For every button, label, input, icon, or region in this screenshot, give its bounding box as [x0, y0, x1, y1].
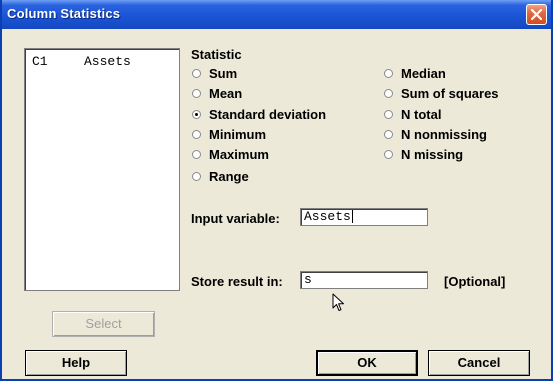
- store-result-value: s: [304, 272, 312, 287]
- column-statistics-dialog: Column Statistics C1 Assets Statistic Sum…: [0, 0, 553, 381]
- statistic-group-label: Statistic: [191, 47, 242, 62]
- radio-label: Sum of squares: [401, 85, 499, 101]
- radio-button[interactable]: [192, 171, 201, 181]
- radio-label: Minimum: [209, 126, 267, 142]
- close-button[interactable]: [526, 4, 547, 25]
- radio-sum-of-squares[interactable]: Sum of squares: [384, 85, 499, 101]
- radio-n-missing[interactable]: N missing: [384, 146, 463, 162]
- radio-button[interactable]: [192, 129, 201, 139]
- window-title: Column Statistics: [7, 6, 121, 21]
- ok-button[interactable]: OK: [316, 350, 418, 376]
- radio-standard-deviation[interactable]: Standard deviation: [192, 106, 326, 122]
- mouse-pointer-icon: [332, 293, 344, 311]
- radio-label: Median: [401, 65, 446, 81]
- radio-button[interactable]: [384, 88, 393, 98]
- input-variable-field[interactable]: Assets: [300, 208, 428, 226]
- title-bar[interactable]: Column Statistics: [2, 0, 551, 29]
- help-button[interactable]: Help: [25, 350, 127, 376]
- radio-button-selected[interactable]: [192, 109, 201, 119]
- list-item[interactable]: C1 Assets: [32, 54, 131, 69]
- radio-button[interactable]: [192, 68, 201, 78]
- radio-sum[interactable]: Sum: [192, 65, 237, 81]
- radio-button[interactable]: [384, 149, 393, 159]
- radio-mean[interactable]: Mean: [192, 85, 242, 101]
- radio-n-nonmissing[interactable]: N nonmissing: [384, 126, 487, 142]
- radio-maximum[interactable]: Maximum: [192, 146, 269, 162]
- radio-minimum[interactable]: Minimum: [192, 126, 266, 142]
- select-button[interactable]: Select: [52, 311, 155, 337]
- radio-range[interactable]: Range: [192, 168, 249, 184]
- radio-label: Range: [209, 168, 249, 184]
- store-result-label: Store result in:: [191, 274, 283, 289]
- input-variable-label: Input variable:: [191, 211, 280, 226]
- radio-label: N total: [401, 106, 442, 122]
- radio-button[interactable]: [192, 88, 201, 98]
- column-id: C1: [32, 54, 48, 69]
- input-variable-value: Assets: [304, 209, 351, 224]
- variables-listbox[interactable]: C1 Assets: [24, 48, 180, 291]
- optional-note: [Optional]: [444, 274, 506, 289]
- store-result-field[interactable]: s: [300, 271, 428, 289]
- cancel-button[interactable]: Cancel: [428, 350, 530, 376]
- radio-label: Standard deviation: [209, 106, 327, 122]
- radio-label: Sum: [209, 65, 238, 81]
- column-name: Assets: [84, 54, 131, 69]
- radio-button[interactable]: [384, 109, 393, 119]
- text-caret: [351, 210, 353, 224]
- radio-label: N nonmissing: [401, 126, 487, 142]
- radio-label: Mean: [209, 85, 243, 101]
- close-icon: [531, 9, 542, 20]
- radio-button[interactable]: [192, 149, 201, 159]
- radio-label: Maximum: [209, 146, 269, 162]
- radio-n-total[interactable]: N total: [384, 106, 441, 122]
- radio-button[interactable]: [384, 68, 393, 78]
- radio-button[interactable]: [384, 129, 393, 139]
- radio-median[interactable]: Median: [384, 65, 446, 81]
- radio-label: N missing: [401, 146, 464, 162]
